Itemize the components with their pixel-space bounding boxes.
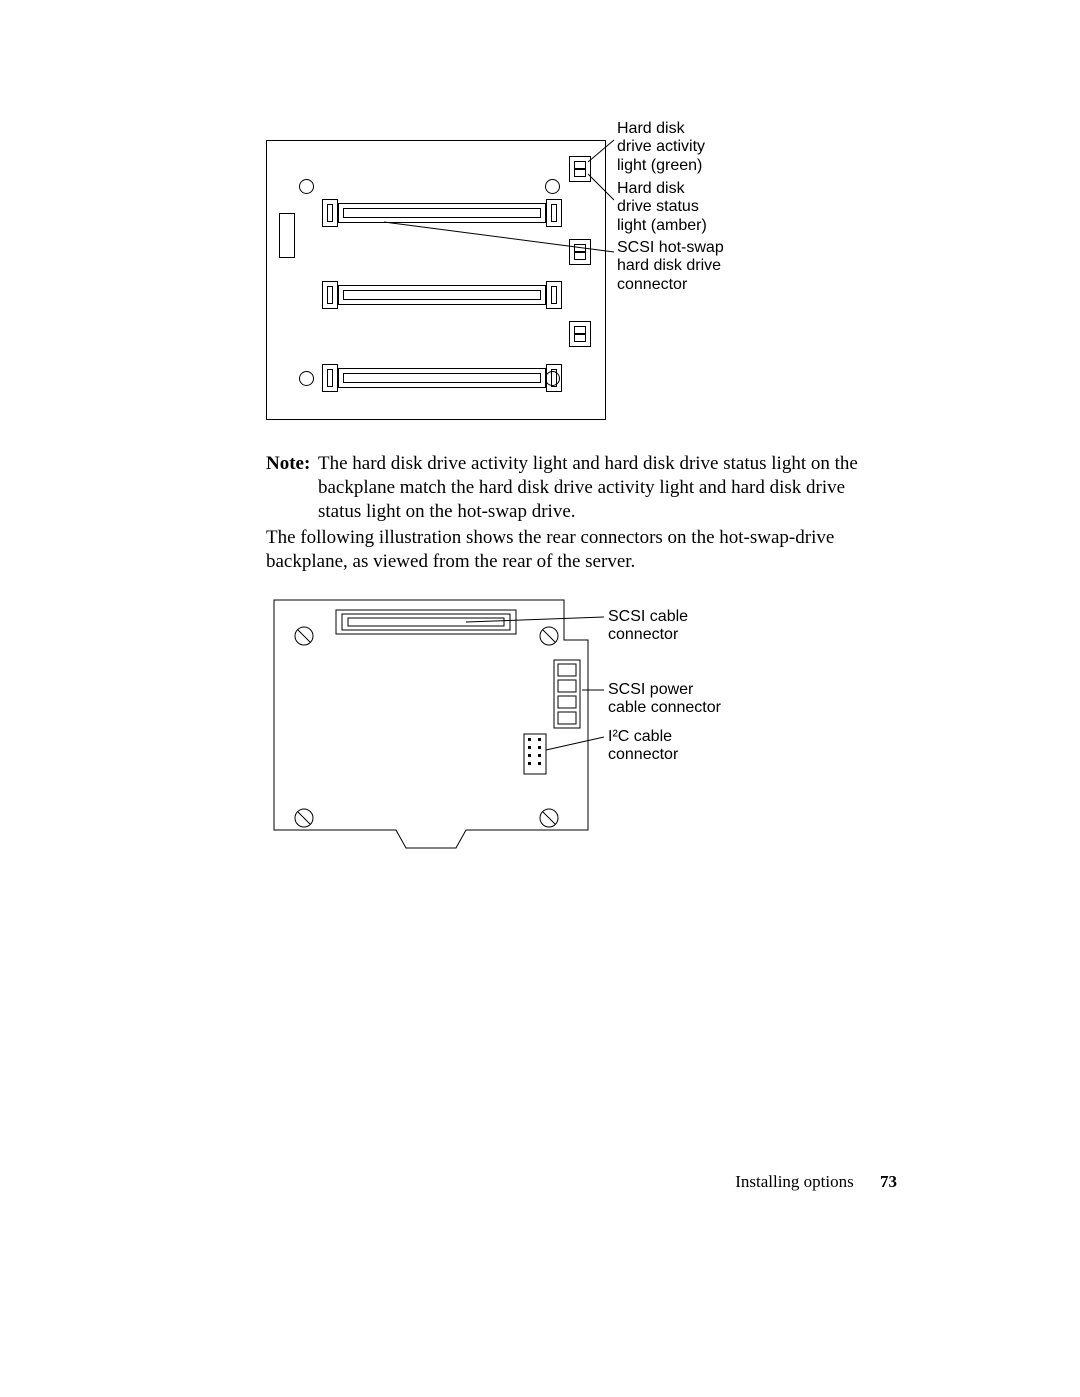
page-footer: Installing options 73 [735,1172,897,1192]
paragraph: The following illustration shows the rea… [266,526,876,574]
led-pair-1 [569,156,591,182]
hdd-connector-1 [322,199,562,227]
callout-status-light: Hard disk drive status light (amber) [617,180,707,235]
note-label: Note: [266,452,318,523]
callout-activity-light: Hard disk drive activity light (green) [617,120,705,175]
hdd-connector-2 [322,281,562,309]
callout-scsi-connector: SCSI hot-swap hard disk drive connector [617,239,724,294]
callout-i2c-cable: I²C cable connector [608,728,678,765]
figure-backplane-front [266,140,606,420]
hdd-connector-3 [322,364,562,392]
note-text: The hard disk drive activity light and h… [318,452,876,523]
callout-scsi-power: SCSI power cable connector [608,681,721,718]
footer-page-number: 73 [880,1172,897,1191]
footer-section: Installing options [735,1172,854,1191]
page: Hard disk drive activity light (green) H… [0,0,1080,1397]
note-block: Note: The hard disk drive activity light… [266,452,876,523]
led-pair-3 [569,321,591,347]
callout-scsi-cable: SCSI cable connector [608,608,688,645]
figure-backplane-rear [266,580,596,860]
led-pair-2 [569,239,591,265]
